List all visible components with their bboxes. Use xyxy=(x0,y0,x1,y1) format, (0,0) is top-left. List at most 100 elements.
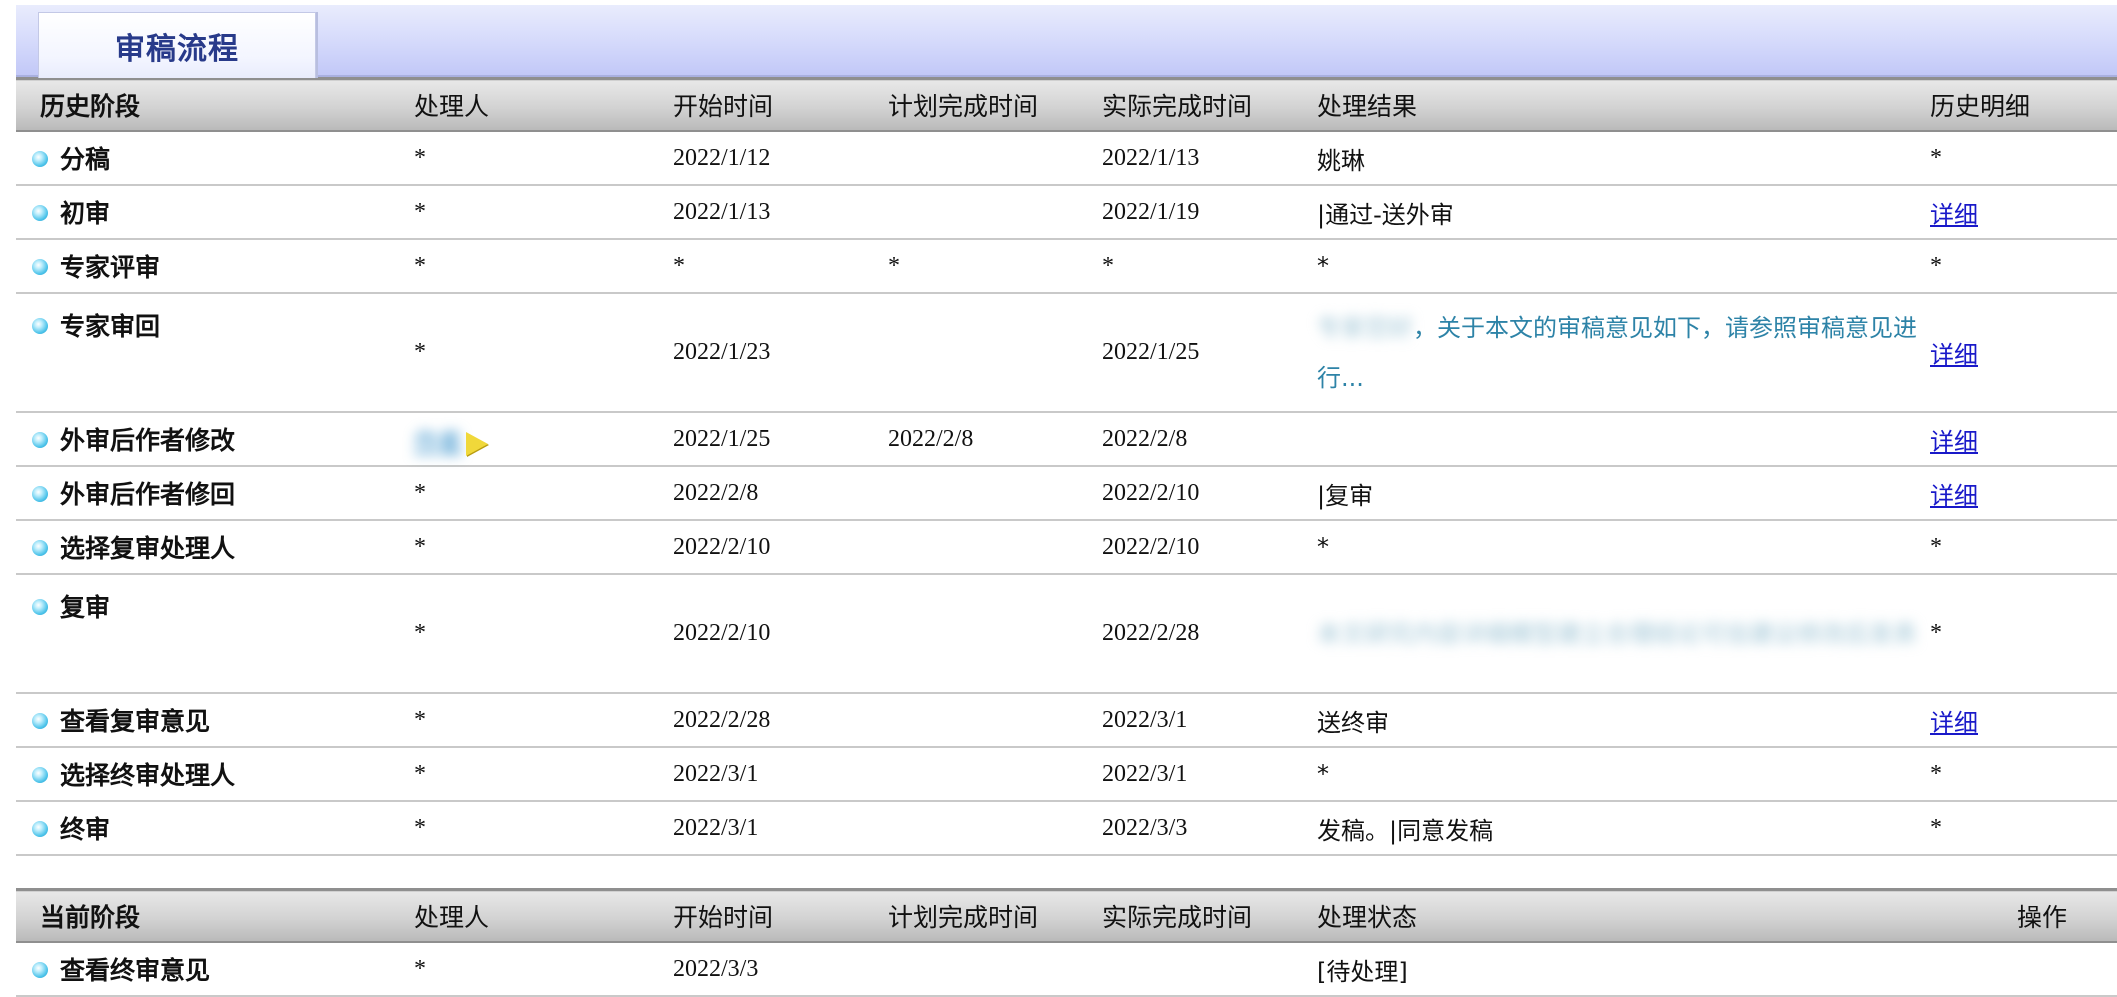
result-cell: |通过-送外审 xyxy=(1317,185,1930,240)
stage-name: 复审 xyxy=(60,593,111,622)
handler-cell: 作者 xyxy=(414,412,673,467)
handler-cell: * xyxy=(414,185,673,240)
header-actual-time: 实际完成时间 xyxy=(1102,77,1317,132)
header-result: 处理结果 xyxy=(1317,77,1930,132)
actual-time-cell: 2022/1/25 xyxy=(1102,293,1317,413)
detail-placeholder: * xyxy=(1930,533,1942,560)
actual-time-cell: 2022/2/28 xyxy=(1102,574,1317,694)
start-time-cell: 2022/3/1 xyxy=(673,747,888,802)
result-text: * xyxy=(1317,252,1329,280)
handler-link[interactable]: 作者 xyxy=(414,430,462,456)
start-time-cell: 2022/3/3 xyxy=(673,942,888,997)
stage-name: 终审 xyxy=(60,815,111,844)
detail-link[interactable]: 详细 xyxy=(1930,428,1978,456)
bullet-icon xyxy=(32,599,48,615)
history-row: 外审后作者修改 作者 2022/1/25 2022/2/8 2022/2/8 详细 xyxy=(16,412,2117,467)
history-table: 历史阶段 处理人 开始时间 计划完成时间 实际完成时间 处理结果 历史明细 分稿… xyxy=(16,77,2117,856)
bullet-icon xyxy=(32,318,48,334)
start-time-cell: 2022/1/13 xyxy=(673,185,888,240)
tab-bar: 审稿流程 xyxy=(16,5,2117,78)
stage-cell: 初审 xyxy=(16,185,414,240)
bullet-icon xyxy=(32,259,48,275)
result-cell: 姚琳 xyxy=(1317,131,1930,186)
tab-review-process[interactable]: 审稿流程 xyxy=(38,12,316,78)
handler-cell: * xyxy=(414,131,673,186)
planned-time-cell xyxy=(888,747,1102,802)
operation-cell[interactable] xyxy=(1930,942,2117,997)
detail-cell: 详细 xyxy=(1930,293,2117,413)
actual-time-cell: 2022/2/10 xyxy=(1102,466,1317,521)
planned-time-cell xyxy=(888,131,1102,186)
planned-time-cell xyxy=(888,466,1102,521)
stage-name: 外审后作者修回 xyxy=(60,480,236,509)
result-text: 送终审 xyxy=(1317,708,1389,737)
detail-link[interactable]: 详细 xyxy=(1930,201,1978,229)
stage-name: 初审 xyxy=(60,199,111,228)
current-header-row: 当前阶段 处理人 开始时间 计划完成时间 实际完成时间 处理状态 操作 xyxy=(16,888,2117,943)
result-text: 发稿。|同意发稿 xyxy=(1317,816,1494,845)
actual-time-cell: 2022/2/8 xyxy=(1102,412,1317,467)
header-handler: 处理人 xyxy=(414,77,673,132)
handler-cell: * xyxy=(414,693,673,748)
start-time-cell: 2022/3/1 xyxy=(673,801,888,856)
detail-cell: 详细 xyxy=(1930,466,2117,521)
history-row: 选择复审处理人 * 2022/2/10 2022/2/10 * * xyxy=(16,520,2117,575)
start-time-cell: 2022/1/12 xyxy=(673,131,888,186)
header-start-time: 开始时间 xyxy=(673,77,888,132)
status-cell: [待处理] xyxy=(1317,942,1930,997)
handler-cell: * xyxy=(414,293,673,413)
bullet-icon xyxy=(32,713,48,729)
bullet-icon xyxy=(32,151,48,167)
stage-cell: 复审 xyxy=(16,574,414,694)
start-time-cell: 2022/2/10 xyxy=(673,520,888,575)
stage-cell: 查看复审意见 xyxy=(16,693,414,748)
handler-cell: * xyxy=(414,747,673,802)
result-cell: * xyxy=(1317,520,1930,575)
detail-link[interactable]: 详细 xyxy=(1930,709,1978,737)
result-cell xyxy=(1317,412,1930,467)
handler-name: * xyxy=(414,760,426,787)
stage-name: 查看复审意见 xyxy=(60,707,211,736)
detail-cell: * xyxy=(1930,747,2117,802)
planned-time-cell: 2022/2/8 xyxy=(888,412,1102,467)
bullet-icon xyxy=(32,540,48,556)
handler-name: * xyxy=(414,479,426,506)
result-cell: |复审 xyxy=(1317,466,1930,521)
result-text: * xyxy=(1317,533,1329,561)
detail-link[interactable]: 详细 xyxy=(1930,482,1978,510)
planned-time-cell xyxy=(888,801,1102,856)
detail-cell: 详细 xyxy=(1930,693,2117,748)
header-planned-time: 计划完成时间 xyxy=(888,888,1102,943)
history-row: 终审 * 2022/3/1 2022/3/3 发稿。|同意发稿 * xyxy=(16,801,2117,856)
table-spacer xyxy=(16,856,2117,888)
current-row: 查看终审意见 * 2022/3/3 [待处理] xyxy=(16,942,2117,997)
stage-cell: 终审 xyxy=(16,801,414,856)
header-planned-time: 计划完成时间 xyxy=(888,77,1102,132)
detail-link[interactable]: 详细 xyxy=(1930,341,1978,369)
header-current-stage: 当前阶段 xyxy=(16,888,414,943)
header-operation: 操作 xyxy=(1930,888,2117,943)
result-cell: 发稿。|同意发稿 xyxy=(1317,801,1930,856)
header-status: 处理状态 xyxy=(1317,888,1930,943)
start-time-cell: 2022/2/10 xyxy=(673,574,888,694)
planned-time-cell xyxy=(888,520,1102,575)
handler-cell: * xyxy=(414,574,673,694)
detail-cell: 详细 xyxy=(1930,185,2117,240)
header-start-time: 开始时间 xyxy=(673,888,888,943)
stage-name: 专家审回 xyxy=(60,312,161,341)
actual-time-cell: 2022/3/1 xyxy=(1102,747,1317,802)
actual-time-cell: * xyxy=(1102,239,1317,294)
result-redacted: 专家您好 xyxy=(1317,313,1413,342)
stage-name: 选择复审处理人 xyxy=(60,534,236,563)
start-time-cell: 2022/1/23 xyxy=(673,293,888,413)
history-row: 专家审回 * 2022/1/23 2022/1/25 专家您好，关于本文的审稿意见如下，… xyxy=(16,293,2117,413)
actual-time-cell xyxy=(1102,942,1317,997)
review-process-panel: 审稿流程 历史阶段 处理人 开始时间 计划完成时间 实际完成时间 处理结果 历史… xyxy=(16,5,2117,997)
header-history-stage: 历史阶段 xyxy=(16,77,414,132)
actual-time-cell: 2022/2/10 xyxy=(1102,520,1317,575)
detail-cell: * xyxy=(1930,239,2117,294)
history-row: 专家评审 * * * * * * xyxy=(16,239,2117,294)
history-row: 选择终审处理人 * 2022/3/1 2022/3/1 * * xyxy=(16,747,2117,802)
bullet-icon xyxy=(32,767,48,783)
header-history-detail: 历史明细 xyxy=(1930,77,2117,132)
